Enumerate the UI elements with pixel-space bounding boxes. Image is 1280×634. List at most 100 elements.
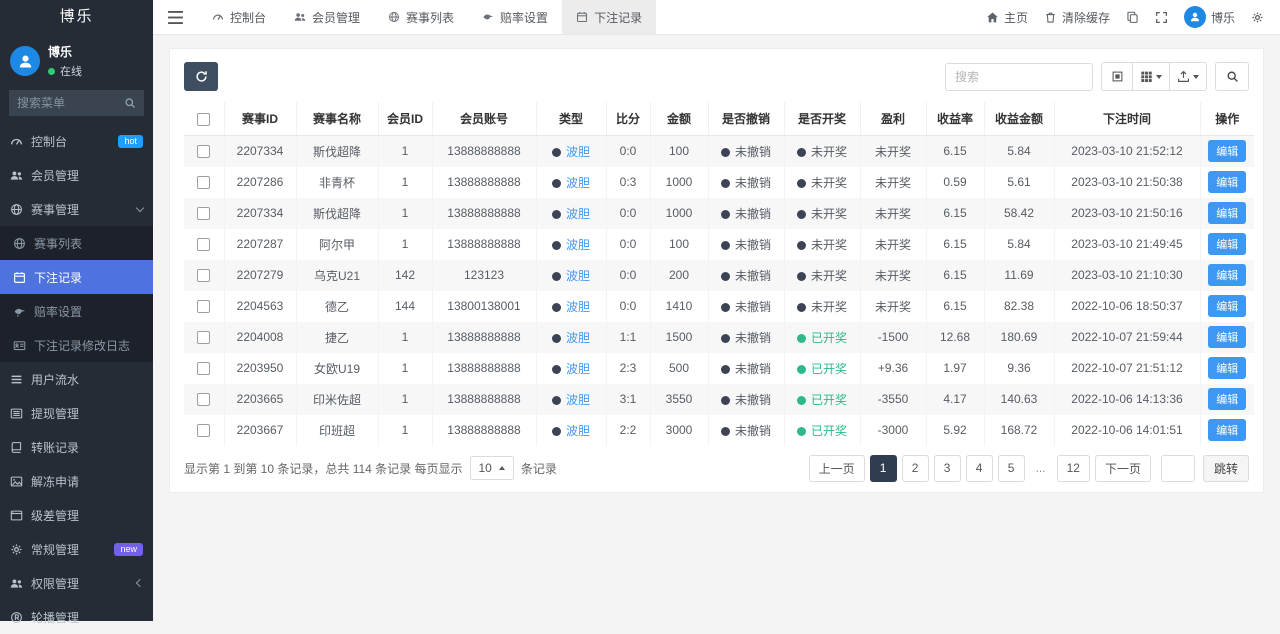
cell-score: 0:0 [606, 197, 651, 229]
table-search-input[interactable] [945, 62, 1093, 91]
kiwi-bird-icon [14, 308, 26, 317]
top-navbar: 控制台 会员管理 赛事列表 赔率设置 下注记录 主页 清除缓存 博乐 [153, 0, 1280, 35]
tab-odds-settings[interactable]: 赔率设置 [468, 0, 562, 34]
view-button-group [1101, 62, 1207, 91]
cell-bet-time: 2022-10-07 21:59:44 [1054, 321, 1201, 353]
edit-button[interactable]: 编辑 [1208, 171, 1247, 193]
sidebar-item-bet-edit-log[interactable]: 下注记录修改日志 [0, 328, 153, 362]
edit-button[interactable]: 编辑 [1208, 295, 1247, 317]
cell-rate: 6.15 [926, 135, 985, 167]
row-checkbox[interactable] [197, 362, 211, 376]
sidebar-item-unfreeze[interactable]: 解冻申请 [0, 464, 153, 498]
edit-button[interactable]: 编辑 [1208, 233, 1247, 255]
page-button[interactable]: 2 [901, 454, 929, 482]
cell-match-id: 2203950 [224, 352, 297, 384]
row-checkbox[interactable] [197, 300, 211, 314]
row-checkbox[interactable] [197, 393, 211, 407]
edit-button[interactable]: 编辑 [1208, 357, 1247, 379]
page-button[interactable]: 1 [869, 454, 897, 482]
cell-income: 5.84 [984, 228, 1055, 260]
copy-pages-button[interactable] [1126, 11, 1139, 24]
home-link[interactable]: 主页 [986, 9, 1028, 26]
clear-cache-link[interactable]: 清除缓存 [1044, 9, 1110, 26]
kiwi-bird-icon [483, 14, 494, 20]
row-checkbox[interactable] [197, 424, 211, 438]
jump-page-input[interactable] [1160, 454, 1195, 482]
edit-button[interactable]: 编辑 [1208, 264, 1247, 286]
cell-actions: 编辑 [1200, 260, 1254, 291]
sidebar-item-carousel[interactable]: 轮播管理 [0, 600, 153, 634]
search-icon [125, 98, 135, 108]
sidebar-item-match-list[interactable]: 赛事列表 [0, 226, 153, 260]
cell-member-id: 1 [378, 383, 433, 415]
prev-page-button[interactable]: 上一页 [808, 454, 865, 482]
sidebar-item-user-flow[interactable]: 用户流水 [0, 362, 153, 396]
page-button[interactable]: 3 [933, 454, 961, 482]
per-page-select[interactable]: 10 [469, 456, 514, 480]
sidebar-item-general-settings[interactable]: 常规管理 new [0, 532, 153, 566]
list-alt-icon [10, 408, 23, 418]
select-all-header [184, 102, 225, 136]
online-status-label: 在线 [60, 66, 82, 78]
next-page-button[interactable]: 下一页 [1094, 454, 1151, 482]
globe-icon [11, 203, 22, 215]
columns-button[interactable] [1132, 62, 1170, 91]
export-button[interactable] [1169, 62, 1207, 91]
sidebar-item-matches[interactable]: 赛事管理 [0, 192, 153, 226]
edit-button[interactable]: 编辑 [1208, 326, 1247, 348]
page-button[interactable]: 4 [965, 454, 993, 482]
tab-bet-records[interactable]: 下注记录 [562, 0, 657, 34]
sidebar-item-dashboard[interactable]: 控制台 hot [0, 124, 153, 158]
cell-bet-time: 2022-10-06 18:50:37 [1054, 290, 1201, 322]
sidebar-item-withdrawals[interactable]: 提现管理 [0, 396, 153, 430]
cell-revoked: 未撤销 [708, 135, 785, 167]
cell-amount: 1410 [650, 290, 709, 322]
row-checkbox[interactable] [197, 145, 211, 159]
row-checkbox[interactable] [197, 207, 211, 221]
settings-button[interactable] [1251, 11, 1264, 24]
chevron-left-icon [135, 578, 145, 588]
page-button[interactable]: 5 [997, 454, 1025, 482]
tab-match-list[interactable]: 赛事列表 [374, 0, 468, 34]
sidebar-toggle-button[interactable] [153, 0, 198, 34]
select-all-checkbox[interactable] [197, 112, 211, 126]
page-button[interactable]: 12 [1056, 454, 1090, 482]
cell-revoked: 未撤销 [708, 383, 785, 415]
cell-match-id: 2203667 [224, 414, 297, 446]
cell-member-account: 13888888888 [432, 197, 537, 229]
jump-button[interactable]: 跳转 [1202, 454, 1249, 482]
refresh-button[interactable] [184, 62, 218, 91]
edit-button[interactable]: 编辑 [1208, 419, 1247, 441]
row-checkbox[interactable] [197, 331, 211, 345]
sidebar-search-input[interactable] [17, 96, 124, 110]
cell-select [184, 197, 225, 229]
sidebar-item-permissions[interactable]: 权限管理 [0, 566, 153, 600]
dashboard-icon [10, 138, 23, 145]
toggle-view-button[interactable] [1101, 62, 1133, 91]
tab-dashboard[interactable]: 控制台 [198, 0, 280, 34]
sidebar-item-level-diff[interactable]: 级差管理 [0, 498, 153, 532]
user-menu[interactable]: 博乐 [1183, 6, 1235, 28]
user-avatar[interactable] [10, 46, 40, 76]
fullscreen-button[interactable] [1155, 11, 1168, 24]
sidebar-item-transfers[interactable]: 转账记录 [0, 430, 153, 464]
sidebar-item-label: 赛事管理 [31, 202, 80, 217]
row-checkbox[interactable] [197, 269, 211, 283]
revoked-dot-icon [720, 178, 730, 188]
row-checkbox[interactable] [197, 176, 211, 190]
cell-income: 5.84 [984, 135, 1055, 167]
edit-button[interactable]: 编辑 [1208, 140, 1247, 163]
row-checkbox[interactable] [197, 238, 211, 252]
sidebar-item-members[interactable]: 会员管理 [0, 158, 153, 192]
edit-button[interactable]: 编辑 [1208, 388, 1247, 410]
cell-rate: 12.68 [926, 321, 985, 353]
table-row: 2207279 乌克U21 142 123123 波胆 0:0 200 未撤销 未开奖 未开奖 6.… [184, 259, 1254, 291]
sidebar-item-label: 级差管理 [31, 508, 80, 523]
edit-button[interactable]: 编辑 [1208, 202, 1247, 224]
sidebar-item-bet-records[interactable]: 下注记录 [0, 260, 153, 294]
col-drawn: 是否开奖 [784, 102, 861, 136]
search-button[interactable] [1215, 62, 1249, 91]
sidebar-item-odds-settings[interactable]: 赔率设置 [0, 294, 153, 328]
tab-members[interactable]: 会员管理 [280, 0, 374, 34]
cell-actions: 编辑 [1200, 353, 1254, 384]
